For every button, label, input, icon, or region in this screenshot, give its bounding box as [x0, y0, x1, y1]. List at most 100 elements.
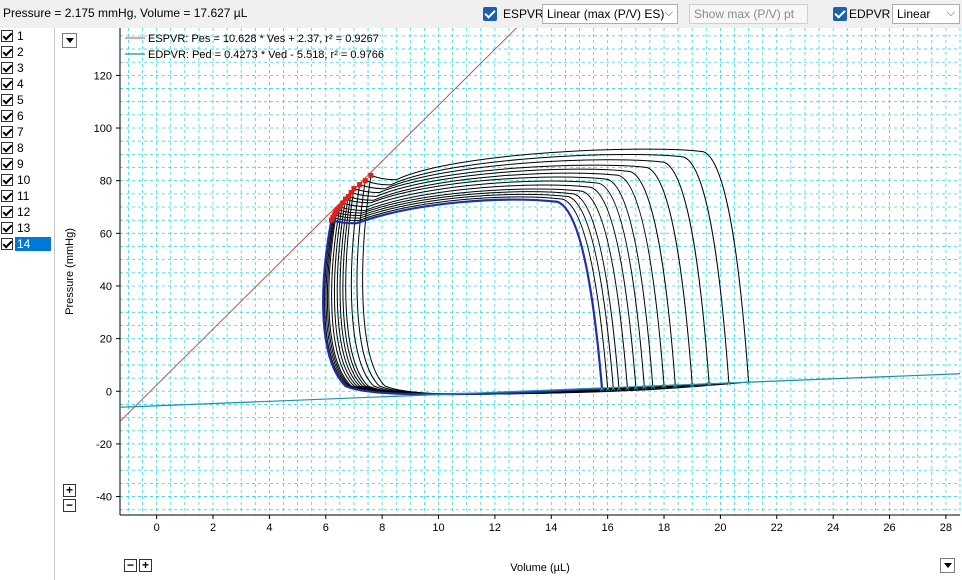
x-tick-label: 12 [489, 522, 501, 534]
loop-label: 8 [17, 141, 24, 155]
loop-label: 13 [17, 221, 31, 235]
loop-checkbox[interactable] [1, 206, 13, 218]
ed-point: × [605, 384, 611, 395]
es-point [328, 217, 334, 223]
loop-item[interactable]: 12 [0, 204, 54, 220]
ed-point: × [746, 378, 752, 389]
loop-list: 1 2 3 4 5 6 7 8 9 10 11 12 13 14 [0, 28, 55, 580]
loop-checkbox[interactable] [1, 110, 13, 122]
edpvr-legend-label: EDPVR: Ped = 0.4273 * Ved - 5.518, r² = … [148, 49, 384, 61]
loop-label: 3 [17, 61, 24, 75]
loop-checkbox[interactable] [1, 238, 13, 250]
x-zoom-in-button[interactable]: + [139, 559, 152, 572]
loop-checkbox[interactable] [1, 62, 13, 74]
x-tick-label: 10 [432, 522, 444, 534]
loop-item[interactable]: 11 [0, 188, 54, 204]
y-tick-label: 100 [94, 123, 112, 135]
loop-checkbox[interactable] [1, 222, 13, 234]
ed-point: × [633, 383, 639, 394]
edpvr-label: EDPVR [849, 7, 891, 21]
cursor-readout: Pressure = 2.175 mmHg, Volume = 17.627 µ… [3, 6, 248, 20]
ed-point: × [661, 381, 667, 392]
x-tick-label: 20 [714, 522, 726, 534]
edpvr-checkbox[interactable] [833, 7, 847, 21]
loop-label: 11 [17, 189, 30, 203]
x-tick-label: 6 [323, 522, 329, 534]
loop-checkbox[interactable] [1, 30, 13, 42]
y-tick-label: 60 [100, 228, 112, 240]
loop-item[interactable]: 9 [0, 156, 54, 172]
show-max-select[interactable]: Show max (P/V) pt [689, 4, 808, 24]
chart-background [55, 28, 962, 580]
loop-checkbox[interactable] [1, 126, 13, 138]
loop-label: 12 [17, 205, 31, 219]
x-tick-label: 26 [883, 522, 895, 534]
loop-label: 1 [17, 29, 24, 43]
loop-label: 4 [17, 77, 24, 91]
loop-checkbox[interactable] [1, 158, 13, 170]
x-zoom-out-button[interactable]: − [124, 559, 137, 572]
y-menu-button[interactable] [62, 33, 77, 48]
x-tick-label: 22 [771, 522, 783, 534]
y-tick-label: 80 [100, 176, 112, 188]
es-point [357, 182, 363, 188]
loop-label: 14 [15, 237, 51, 251]
ed-point: × [672, 381, 678, 392]
loop-item[interactable]: 4 [0, 76, 54, 92]
x-tick-label: 0 [154, 522, 160, 534]
edpvr-mode-select[interactable]: Linear ⌵ [892, 4, 960, 24]
x-menu-button[interactable] [940, 558, 955, 573]
loop-item[interactable]: 8 [0, 140, 54, 156]
chevron-down-icon: ⌵ [664, 7, 673, 19]
x-tick-label: 8 [379, 522, 385, 534]
x-tick-label: 24 [827, 522, 839, 534]
loop-item[interactable]: 3 [0, 60, 54, 76]
loop-checkbox[interactable] [1, 190, 13, 202]
ed-point: × [689, 380, 695, 391]
loop-item[interactable]: 5 [0, 92, 54, 108]
loop-checkbox[interactable] [1, 94, 13, 106]
y-zoom-out-button[interactable]: − [63, 499, 76, 512]
loop-item[interactable]: 10 [0, 172, 54, 188]
y-tick-label: 40 [100, 281, 112, 293]
espvr-label: ESPVR [503, 7, 544, 21]
chevron-down-icon: ⌵ [946, 7, 955, 19]
loop-checkbox[interactable] [1, 78, 13, 90]
y-tick-label: -20 [96, 439, 112, 451]
y-tick-label: 0 [106, 386, 112, 398]
pv-loop-chart[interactable]: 0 2 4 6 8 10 12 14 16 18 20 22 24 26 28-40-20020406080… [55, 28, 962, 580]
ed-point: × [624, 384, 630, 395]
loop-item[interactable]: 7 [0, 124, 54, 140]
loop-label: 6 [17, 109, 24, 123]
ed-point: × [706, 380, 712, 391]
x-tick-label: 2 [210, 522, 216, 534]
loop-item[interactable]: 2 [0, 44, 54, 60]
y-tick-label: 20 [100, 334, 112, 346]
y-axis-label: Pressure (mmHg) [64, 228, 76, 315]
loop-item[interactable]: 13 [0, 220, 54, 236]
x-tick-label: 4 [266, 522, 272, 534]
ed-point: × [616, 384, 622, 395]
espvr-mode-select[interactable]: Linear (max (P/V) ES) ⌵ [542, 4, 678, 24]
x-tick-label: 16 [602, 522, 614, 534]
espvr-legend-label: ESPVR: Pes = 10.628 * Ves + 2.37, r² = 0… [148, 33, 379, 45]
espvr-checkbox[interactable] [483, 7, 497, 21]
ed-point: × [726, 379, 732, 390]
loop-item[interactable]: 14 [0, 236, 54, 252]
ed-point: × [610, 384, 616, 395]
loop-checkbox[interactable] [1, 142, 13, 154]
loop-checkbox[interactable] [1, 174, 13, 186]
espvr-mode-value: Linear (max (P/V) ES) [547, 7, 665, 21]
ed-point: × [641, 383, 647, 394]
loop-item[interactable]: 1 [0, 28, 54, 44]
loop-item[interactable]: 6 [0, 108, 54, 124]
es-point [362, 178, 368, 184]
y-tick-label: -40 [96, 492, 112, 504]
toolbar: Pressure = 2.175 mmHg, Volume = 17.627 µ… [0, 0, 962, 28]
loop-label: 5 [17, 93, 24, 107]
y-zoom-in-button[interactable]: + [63, 484, 76, 497]
loop-checkbox[interactable] [1, 46, 13, 58]
y-tick-label: 120 [94, 70, 112, 82]
ed-point: × [650, 382, 656, 393]
x-tick-label: 28 [940, 522, 952, 534]
